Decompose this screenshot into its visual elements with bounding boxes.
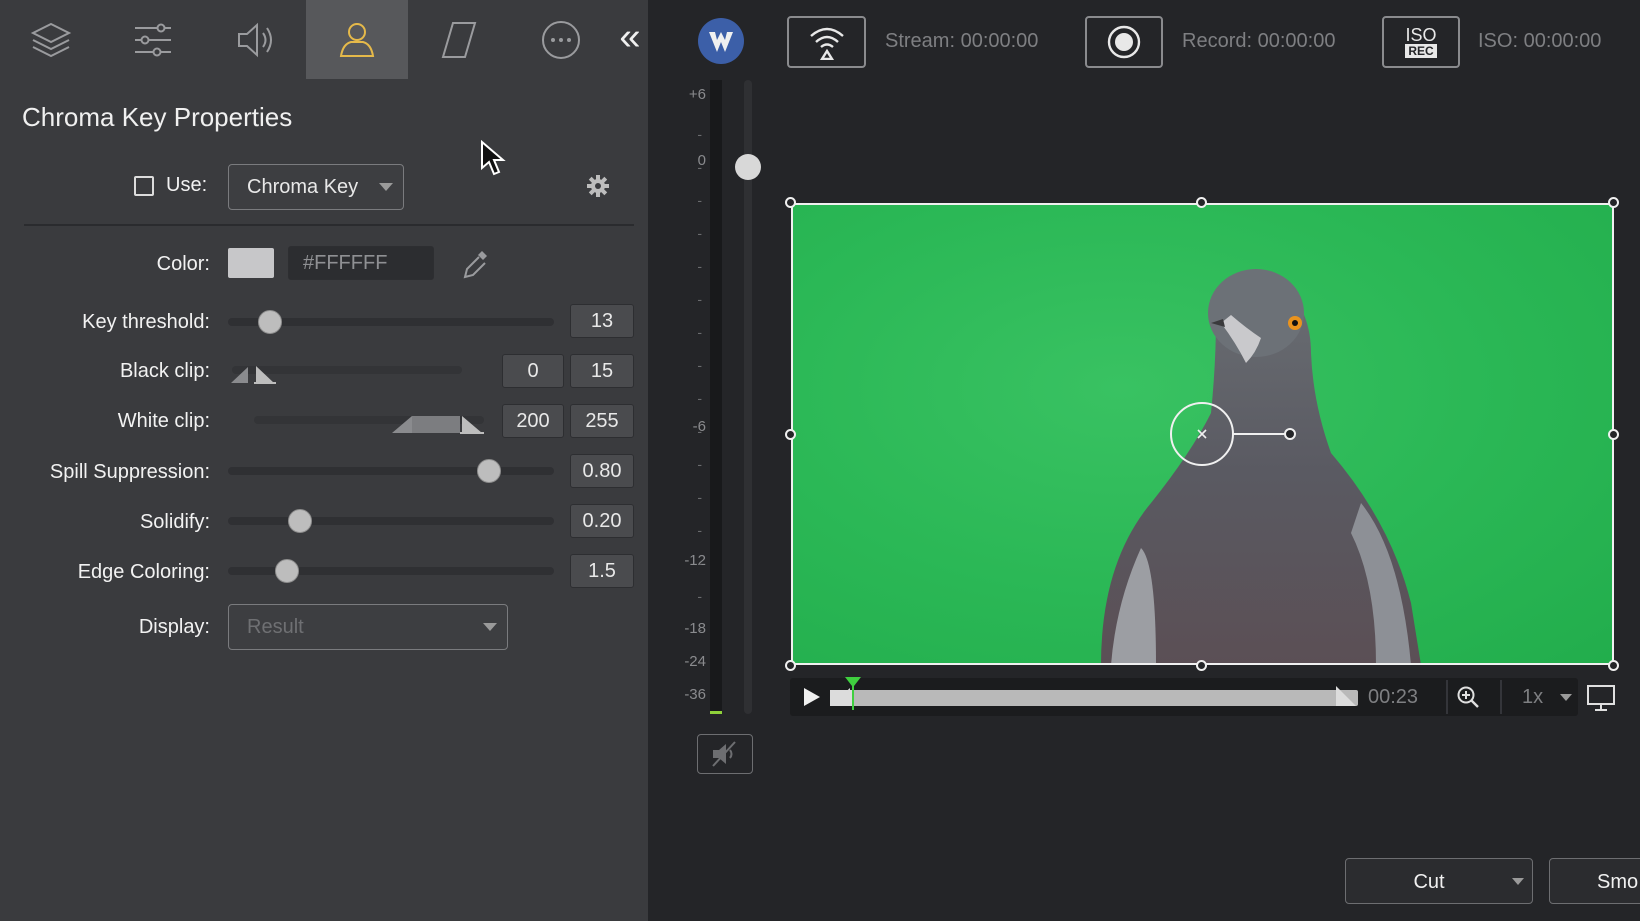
iso-record-button[interactable]: ISO REC [1382,16,1460,68]
resize-handle-right[interactable] [1608,429,1619,440]
iso-badge-bottom: REC [1405,44,1437,58]
key-threshold-label: Key threshold: [82,311,210,333]
white-clip-low-value[interactable]: 200 [502,404,564,438]
keyer-type-dropdown[interactable]: Chroma Key [228,164,404,210]
use-checkbox[interactable] [134,176,154,196]
black-clip-label: Black clip: [119,360,210,382]
rotation-handle-icon[interactable] [1168,400,1298,470]
resize-handle-bottom-left[interactable] [785,660,796,671]
tab-layers[interactable] [0,0,102,79]
smooth-transition-button[interactable]: Smo [1549,858,1640,904]
solidify-knob[interactable] [287,509,312,533]
smooth-label: Smo [1597,871,1639,893]
chevron-down-icon [379,183,393,191]
meter-level-fill [710,711,722,714]
edge-coloring-knob[interactable] [274,559,299,583]
record-button[interactable] [1085,16,1163,68]
solidify-label: Solidify: [139,511,210,533]
speaker-muted-icon [712,741,736,767]
app-logo-icon[interactable] [698,18,744,64]
use-label: Use: [166,174,208,196]
trim-markers[interactable] [828,678,1364,708]
more-icon [542,20,580,59]
playback-time: 00:23 [1368,686,1419,708]
audio-level-meter [710,80,722,714]
monitor-icon[interactable] [1586,684,1616,712]
keyer-type-value: Chroma Key [247,175,359,198]
color-hex-field[interactable]: #FFFFFF [288,246,434,280]
spill-suppression-slider[interactable] [228,467,554,475]
color-swatch[interactable] [228,248,274,278]
volume-knob[interactable] [735,154,761,180]
stream-button[interactable] [787,16,866,68]
meter-scale-label: -24 [684,653,706,670]
tab-chroma-key[interactable] [306,0,408,79]
divider [24,224,634,226]
color-label: Color: [156,253,210,275]
spill-suppression-knob[interactable] [476,459,501,483]
gear-icon[interactable] [586,174,610,198]
playback-speed-value: 1x [1522,686,1544,708]
sliders-icon [135,23,171,56]
collapse-panel-icon[interactable]: « [610,18,650,60]
black-clip-handles[interactable] [230,358,290,384]
properties-panel: « Chroma Key Properties Use: Chroma Key … [0,0,648,921]
iso-badge-top: ISO [1405,25,1437,45]
mouse-cursor-icon [481,140,506,176]
chevron-down-icon [1560,694,1572,701]
spill-suppression-value[interactable]: 0.80 [570,454,634,488]
zoom-in-icon[interactable] [1456,685,1480,709]
tab-audio[interactable] [204,0,306,79]
panel-title: Chroma Key Properties [22,102,293,132]
display-label: Display: [138,616,210,638]
divider [1500,680,1502,714]
white-clip-high-value[interactable]: 255 [570,404,634,438]
display-value: Result [247,615,304,638]
record-timer: Record: 00:00:00 [1182,30,1336,52]
tab-adjustments[interactable] [102,0,204,79]
chevron-down-icon [1512,878,1524,885]
edge-coloring-label: Edge Coloring: [77,561,210,583]
key-threshold-knob[interactable] [258,310,283,334]
transition-value: Cut [1413,871,1445,893]
black-clip-high-value[interactable]: 15 [570,354,634,388]
resize-handle-top[interactable] [1196,197,1207,208]
speaker-icon [238,22,272,57]
divider [1446,680,1448,714]
display-dropdown[interactable]: Result [228,604,508,650]
resize-handle-top-left[interactable] [785,197,796,208]
edge-coloring-value[interactable]: 1.5 [570,554,634,588]
resize-handle-bottom[interactable] [1196,660,1207,671]
resize-handle-bottom-right[interactable] [1608,660,1619,671]
eyedropper-icon[interactable] [462,248,490,280]
mute-button[interactable] [697,734,753,774]
meter-scale-label: -36 [684,686,706,703]
record-icon [1107,25,1141,59]
white-clip-label: White clip: [117,410,210,432]
play-icon[interactable] [800,686,822,708]
chevron-down-icon [483,623,497,631]
parallelogram-icon [441,21,477,58]
wifi-broadcast-icon [809,27,844,60]
tab-more[interactable] [510,0,612,79]
white-clip-handles[interactable] [390,408,486,434]
meter-ticks: ---------------- [697,126,702,637]
solidify-value[interactable]: 0.20 [570,504,634,538]
meter-scale-label: +6 [688,86,706,103]
spill-suppression-label: Spill Suppression: [49,461,210,483]
stream-timer: Stream: 00:00:00 [885,30,1039,52]
person-icon [339,22,375,57]
resize-handle-left[interactable] [785,429,796,440]
tab-mask[interactable] [408,0,510,79]
solidify-slider[interactable] [228,517,554,525]
resize-handle-top-right[interactable] [1608,197,1619,208]
playhead-icon[interactable] [844,676,862,712]
key-threshold-value[interactable]: 13 [570,304,634,338]
transition-dropdown[interactable]: Cut [1345,858,1533,904]
iso-timer: ISO: 00:00:00 [1478,30,1602,52]
black-clip-low-value[interactable]: 0 [502,354,564,388]
playback-speed-dropdown[interactable]: 1x [1518,686,1578,710]
layers-icon [30,22,72,57]
